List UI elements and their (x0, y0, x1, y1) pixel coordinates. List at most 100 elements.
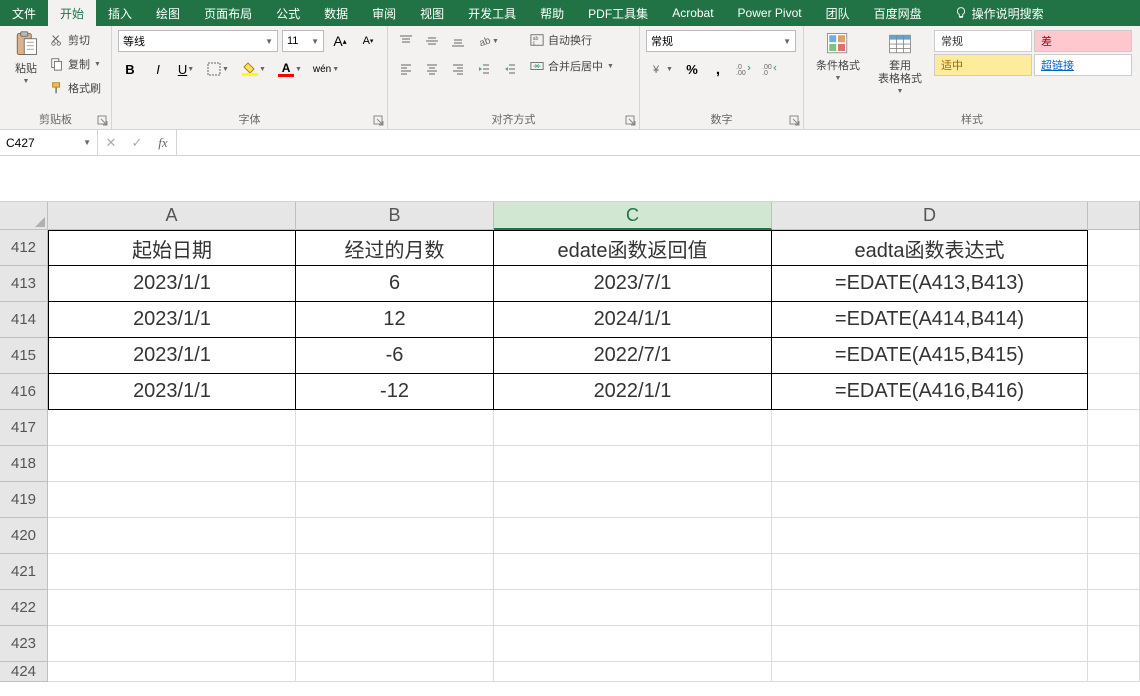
cell-B416[interactable]: -12 (296, 374, 494, 410)
cancel-formula-button[interactable]: ✕ (98, 130, 124, 155)
cell-A420[interactable] (48, 518, 296, 554)
row-header-422[interactable]: 422 (0, 590, 48, 626)
align-bottom-button[interactable] (446, 30, 470, 52)
cell-B414[interactable]: 12 (296, 302, 494, 338)
align-center-button[interactable] (420, 58, 444, 80)
accounting-format-button[interactable]: ¥▼ (646, 58, 678, 80)
cell-D422[interactable] (772, 590, 1088, 626)
cell-B412[interactable]: 经过的月数 (296, 230, 494, 266)
font-color-button[interactable]: A▼ (274, 58, 306, 80)
cell-B418[interactable] (296, 446, 494, 482)
cell-A415[interactable]: 2023/1/1 (48, 338, 296, 374)
cell-extra-422[interactable] (1088, 590, 1140, 626)
cell-A417[interactable] (48, 410, 296, 446)
ribbon-tab-4[interactable]: 页面布局 (192, 0, 264, 26)
cell-extra-420[interactable] (1088, 518, 1140, 554)
cell-C421[interactable] (494, 554, 772, 590)
cell-B419[interactable] (296, 482, 494, 518)
format-as-table-button[interactable]: 套用 表格格式 ▼ (872, 30, 928, 97)
row-header-415[interactable]: 415 (0, 338, 48, 374)
row-header-421[interactable]: 421 (0, 554, 48, 590)
row-header-414[interactable]: 414 (0, 302, 48, 338)
column-header-A[interactable]: A (48, 202, 296, 230)
format-painter-button[interactable]: 格式刷 (50, 78, 101, 98)
row-header-417[interactable]: 417 (0, 410, 48, 446)
cell-A412[interactable]: 起始日期 (48, 230, 296, 266)
cell-D416[interactable]: =EDATE(A416,B416) (772, 374, 1088, 410)
cell-C415[interactable]: 2022/7/1 (494, 338, 772, 374)
row-header-412[interactable]: 412 (0, 230, 48, 266)
row-header-424[interactable]: 424 (0, 662, 48, 682)
cell-C423[interactable] (494, 626, 772, 662)
cell-D421[interactable] (772, 554, 1088, 590)
cell-C424[interactable] (494, 662, 772, 682)
cell-extra-417[interactable] (1088, 410, 1140, 446)
cell-A418[interactable] (48, 446, 296, 482)
comma-button[interactable]: , (706, 58, 730, 80)
decrease-font-button[interactable]: A▾ (356, 30, 380, 52)
cell-B424[interactable] (296, 662, 494, 682)
increase-decimal-button[interactable]: .0.00 (732, 58, 756, 80)
bold-button[interactable]: B (118, 58, 142, 80)
align-top-button[interactable] (394, 30, 418, 52)
ribbon-tab-0[interactable]: 文件 (0, 0, 48, 26)
formula-input[interactable] (177, 130, 1140, 155)
row-header-420[interactable]: 420 (0, 518, 48, 554)
cell-extra-421[interactable] (1088, 554, 1140, 590)
cell-C414[interactable]: 2024/1/1 (494, 302, 772, 338)
cell-A424[interactable] (48, 662, 296, 682)
increase-indent-button[interactable] (498, 58, 522, 80)
cell-D420[interactable] (772, 518, 1088, 554)
copy-button[interactable]: 复制 ▼ (50, 54, 101, 74)
cell-extra-413[interactable] (1088, 266, 1140, 302)
cell-D417[interactable] (772, 410, 1088, 446)
ribbon-tab-8[interactable]: 视图 (408, 0, 456, 26)
cell-A416[interactable]: 2023/1/1 (48, 374, 296, 410)
row-header-419[interactable]: 419 (0, 482, 48, 518)
ribbon-tab-7[interactable]: 审阅 (360, 0, 408, 26)
fill-color-button[interactable]: ▼ (238, 58, 270, 80)
ribbon-tab-13[interactable]: Power Pivot (726, 0, 814, 26)
insert-function-button[interactable]: fx (150, 130, 176, 155)
cell-C417[interactable] (494, 410, 772, 446)
cell-C412[interactable]: edate函数返回值 (494, 230, 772, 266)
cell-B421[interactable] (296, 554, 494, 590)
cell-D412[interactable]: eadta函数表达式 (772, 230, 1088, 266)
ribbon-tab-15[interactable]: 百度网盘 (862, 0, 934, 26)
column-header-D[interactable]: D (772, 202, 1088, 230)
cell-extra-416[interactable] (1088, 374, 1140, 410)
style-link[interactable]: 超链接 (1034, 54, 1132, 76)
cell-A419[interactable] (48, 482, 296, 518)
cell-extra-419[interactable] (1088, 482, 1140, 518)
ribbon-tab-12[interactable]: Acrobat (660, 0, 725, 26)
cell-A422[interactable] (48, 590, 296, 626)
increase-font-button[interactable]: A▴ (328, 30, 352, 52)
enter-formula-button[interactable]: ✓ (124, 130, 150, 155)
style-normal[interactable]: 常规 (934, 30, 1032, 52)
italic-button[interactable]: I (146, 58, 170, 80)
ribbon-tab-9[interactable]: 开发工具 (456, 0, 528, 26)
cell-D424[interactable] (772, 662, 1088, 682)
cell-D414[interactable]: =EDATE(A414,B414) (772, 302, 1088, 338)
cell-A421[interactable] (48, 554, 296, 590)
cell-C420[interactable] (494, 518, 772, 554)
ribbon-tab-2[interactable]: 插入 (96, 0, 144, 26)
alignment-dialog-launcher[interactable] (625, 115, 637, 127)
cut-button[interactable]: 剪切 (50, 30, 101, 50)
cell-B417[interactable] (296, 410, 494, 446)
row-header-413[interactable]: 413 (0, 266, 48, 302)
cell-A414[interactable]: 2023/1/1 (48, 302, 296, 338)
cell-D418[interactable] (772, 446, 1088, 482)
font-dialog-launcher[interactable] (373, 115, 385, 127)
cell-extra-424[interactable] (1088, 662, 1140, 682)
ribbon-tab-1[interactable]: 开始 (48, 0, 96, 26)
row-header-423[interactable]: 423 (0, 626, 48, 662)
cell-D423[interactable] (772, 626, 1088, 662)
cell-D415[interactable]: =EDATE(A415,B415) (772, 338, 1088, 374)
cell-C419[interactable] (494, 482, 772, 518)
cell-B422[interactable] (296, 590, 494, 626)
row-header-418[interactable]: 418 (0, 446, 48, 482)
ribbon-tab-6[interactable]: 数据 (312, 0, 360, 26)
border-button[interactable]: ▼ (202, 58, 234, 80)
cell-D413[interactable]: =EDATE(A413,B413) (772, 266, 1088, 302)
